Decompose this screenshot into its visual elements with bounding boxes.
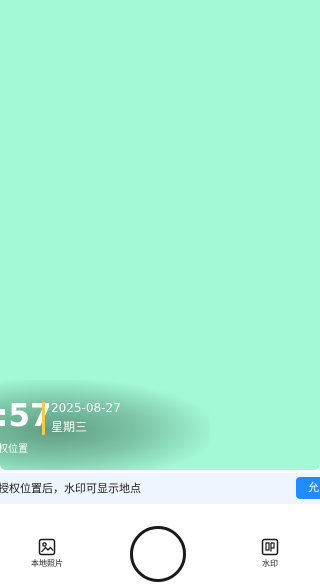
watermark-divider [42, 402, 45, 435]
image-icon [38, 538, 56, 556]
local-photos-button[interactable]: 本地照片 [17, 538, 77, 569]
watermark-location: 权位置 [0, 444, 28, 455]
camera-toolbar: 本地照片 水印 [0, 505, 320, 587]
watermark-label: 水印 [262, 559, 278, 568]
local-photos-label: 本地照片 [31, 559, 63, 568]
allow-location-button[interactable]: 允 [296, 477, 320, 499]
stamp-icon [261, 538, 279, 556]
watermark-weekday: 星期三 [51, 420, 88, 434]
shutter-button[interactable] [130, 526, 186, 582]
watermark-button[interactable]: 水印 [240, 538, 300, 569]
location-permission-banner: 授权位置后，水印可显示地点 允 [0, 473, 320, 504]
location-permission-text: 授权位置后，水印可显示地点 [0, 482, 141, 495]
camera-viewfinder[interactable]: :57 2025-08-27 星期三 权位置 [0, 0, 320, 470]
watermark-date: 2025-08-27 [51, 401, 121, 415]
